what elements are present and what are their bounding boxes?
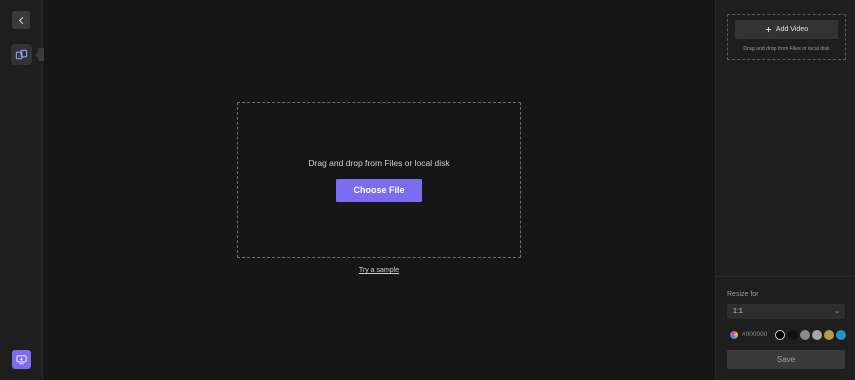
merge-icon (15, 49, 28, 60)
add-video-label: Add Video (775, 26, 809, 33)
main-canvas: Drag and drop from Files or local disk C… (44, 0, 714, 380)
left-rail: Merge (0, 0, 70, 380)
color-hex-value[interactable]: #000000 (742, 329, 767, 341)
color-picker-icon[interactable] (730, 331, 738, 339)
back-button[interactable] (12, 11, 30, 29)
choose-file-button[interactable]: Choose File (336, 179, 422, 202)
dropzone-hint: Drag and drop from Files or local disk (308, 158, 450, 168)
color-swatch[interactable] (800, 330, 810, 340)
merge-button[interactable] (11, 44, 32, 65)
color-swatch[interactable] (775, 330, 785, 340)
color-swatch[interactable] (788, 330, 798, 340)
right-panel: Add Video Drag and drop from Files or lo… (715, 0, 855, 380)
resize-label: Resize for (727, 291, 759, 298)
screen-record-button[interactable] (12, 350, 31, 369)
add-video-hint: Drag and drop from Files or local disk (743, 46, 830, 52)
background-color-row: #000000 (727, 329, 847, 341)
color-swatch[interactable] (836, 330, 846, 340)
add-video-dropzone[interactable]: Add Video Drag and drop from Files or lo… (727, 14, 846, 60)
panel-divider (716, 276, 855, 277)
resize-value: 1:1 (733, 308, 743, 315)
file-dropzone[interactable]: Drag and drop from Files or local disk C… (237, 102, 521, 258)
screen-record-icon (16, 355, 27, 365)
try-sample-link[interactable]: Try a sample (44, 267, 714, 274)
chevron-down-icon: ⌄ (834, 308, 840, 315)
plus-icon (765, 26, 772, 33)
color-swatch[interactable] (824, 330, 834, 340)
save-button[interactable]: Save (727, 350, 845, 369)
chevron-left-icon (18, 16, 23, 24)
resize-select[interactable]: 1:1 ⌄ (727, 304, 845, 319)
color-swatch[interactable] (812, 330, 822, 340)
add-video-button[interactable]: Add Video (735, 20, 838, 39)
